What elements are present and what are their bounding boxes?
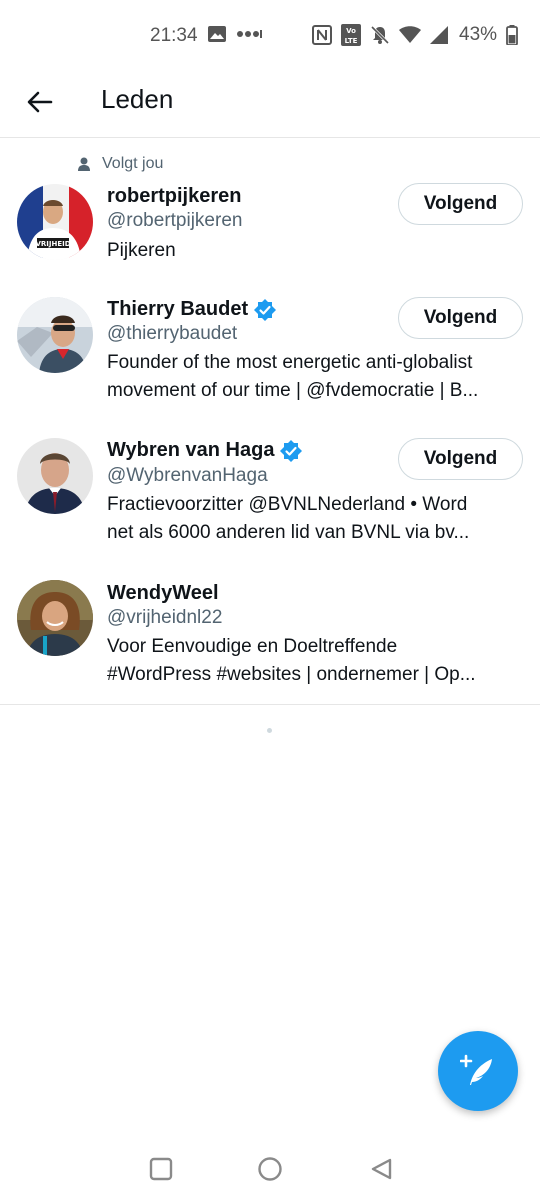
circle-icon	[258, 1157, 282, 1181]
member-name[interactable]: robertpijkeren	[107, 185, 241, 208]
triangle-back-icon	[371, 1158, 392, 1180]
member-handle: @thierrybaudet	[107, 323, 238, 344]
member-handle: @robertpijkeren	[107, 210, 243, 231]
status-bar: 21:34 Vo LTE 43%	[0, 0, 540, 72]
member-name[interactable]: Wybren van Haga	[107, 439, 303, 462]
more-dots-icon	[237, 30, 262, 38]
nfc-icon	[312, 25, 332, 45]
arrow-left-icon	[27, 91, 53, 113]
member-bio: Founder of the most energetic anti-globa…	[107, 352, 479, 401]
verified-badge-icon	[280, 439, 303, 462]
avatar[interactable]	[17, 297, 93, 373]
member-handle: @vrijheidnl22	[107, 607, 223, 628]
recents-button[interactable]	[146, 1154, 176, 1184]
member-bio: Voor Eenvoudige en Doeltreffende #WordPr…	[107, 636, 476, 685]
following-button[interactable]: Volgend	[398, 438, 523, 480]
mute-icon	[370, 25, 390, 45]
avatar[interactable]: VRIJHEID	[17, 184, 93, 260]
signal-icon	[430, 26, 448, 44]
app-header: Leden	[0, 72, 540, 138]
member-bio: Fractievoorzitter @BVNLNederland • Word …	[107, 494, 470, 543]
following-button[interactable]: Volgend	[398, 183, 523, 225]
svg-text:LTE: LTE	[345, 37, 358, 45]
system-nav-bar	[0, 1140, 540, 1200]
back-nav-button[interactable]	[366, 1154, 396, 1184]
image-icon	[208, 26, 226, 42]
list-divider	[0, 704, 540, 705]
svg-text:Vo: Vo	[346, 27, 356, 35]
home-button[interactable]	[255, 1154, 285, 1184]
avatar[interactable]	[17, 438, 93, 514]
square-icon	[149, 1157, 173, 1181]
volte-icon: Vo LTE	[341, 24, 361, 46]
avatar[interactable]	[17, 580, 93, 656]
follows-you-label: Volgt jou	[78, 155, 163, 173]
back-button[interactable]	[18, 80, 62, 124]
page-title: Leden	[101, 84, 174, 114]
member-bio: Pijkeren	[107, 240, 176, 261]
person-icon	[78, 157, 90, 171]
loading-indicator	[267, 728, 272, 733]
battery-percent: 43%	[459, 24, 498, 45]
verified-badge-icon	[254, 298, 277, 321]
wifi-icon	[399, 26, 421, 43]
following-button[interactable]: Volgend	[398, 297, 523, 339]
compose-tweet-button[interactable]	[438, 1031, 518, 1111]
compose-tweet-icon	[460, 1054, 492, 1085]
battery-icon	[506, 25, 518, 45]
status-time: 21:34	[150, 25, 198, 46]
member-name[interactable]: WendyWeel	[107, 582, 219, 605]
svg-text:VRIJHEID: VRIJHEID	[35, 240, 70, 248]
member-handle: @WybrenvanHaga	[107, 465, 268, 486]
member-name[interactable]: Thierry Baudet	[107, 298, 277, 321]
